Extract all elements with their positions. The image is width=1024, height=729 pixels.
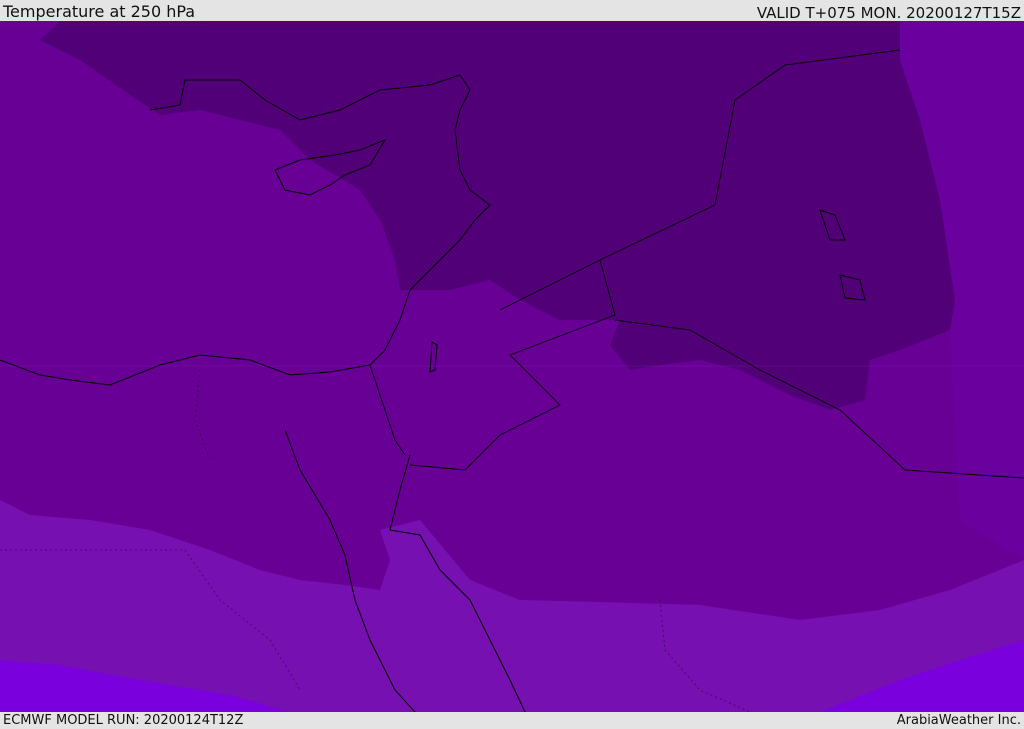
valid-time: VALID T+075 MON. 20200127T15Z [756,4,1021,22]
map-title: Temperature at 250 hPa [3,2,196,21]
footer-bar: ECMWF MODEL RUN: 20200124T12Z ArabiaWeat… [0,712,1024,729]
model-run: ECMWF MODEL RUN: 20200124T12Z [3,713,244,728]
temperature-map[interactable] [0,21,1024,712]
header-bar: Temperature at 250 hPa VALID T+075 MON. … [0,0,1024,22]
credit-text: ArabiaWeather Inc. [896,713,1021,728]
